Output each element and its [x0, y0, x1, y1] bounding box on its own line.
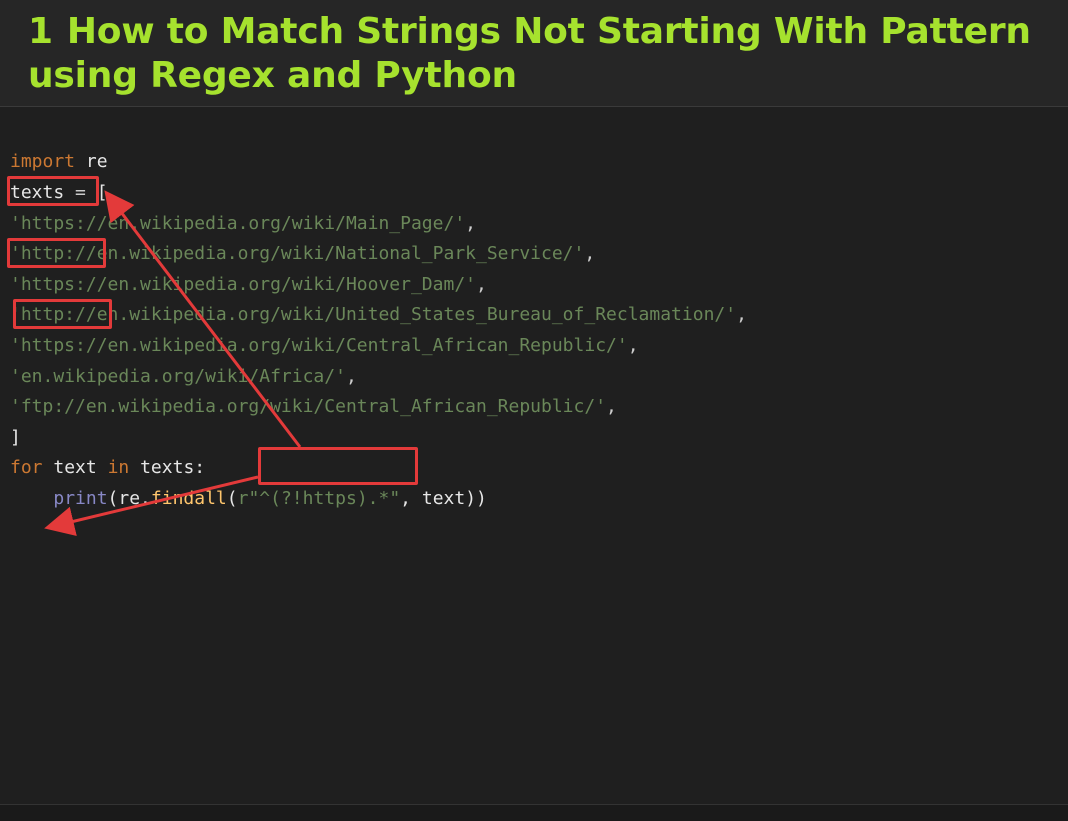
- keyword-for: for: [10, 457, 43, 478]
- notebook-frame: { "heading": { "number": "1", "title": "…: [0, 0, 1068, 821]
- loop-collection: texts:: [140, 457, 205, 478]
- url-string-4: 'https://en.wikipedia.org/wiki/Central_A…: [10, 335, 628, 356]
- loop-var: text: [53, 457, 96, 478]
- regex-literal: "^(?!https).*": [248, 488, 400, 509]
- args-open: (: [227, 488, 238, 509]
- url-string-3: 'http://en.wikipedia.org/wiki/United_Sta…: [10, 304, 736, 325]
- args-sep: ,: [400, 488, 422, 509]
- url-string-2: 'https://en.wikipedia.org/wiki/Hoover_Da…: [10, 274, 476, 295]
- regex-box: [258, 447, 418, 485]
- url-string-5: 'en.wikipedia.org/wiki/Africa/': [10, 366, 346, 387]
- equals-sign: =: [75, 182, 86, 203]
- keyword-import: import: [10, 151, 75, 172]
- url-string-0: 'https://en.wikipedia.org/wiki/Main_Page…: [10, 213, 465, 234]
- raw-prefix: r: [238, 488, 249, 509]
- module-name: re: [86, 151, 108, 172]
- heading-text: 1How to Match Strings Not Starting With …: [28, 10, 1040, 98]
- args-close: text)): [422, 488, 487, 509]
- indent: [10, 488, 53, 509]
- heading-number: 1: [28, 11, 67, 52]
- var-texts: texts: [10, 182, 64, 203]
- heading-title: How to Match Strings Not Starting With P…: [28, 11, 1031, 96]
- call-open: (re.: [108, 488, 151, 509]
- url-string-6: 'ftp://en.wikipedia.org/wiki/Central_Afr…: [10, 396, 606, 417]
- code-cell-1[interactable]: import re texts = [ 'https://en.wikipedi…: [0, 107, 1068, 805]
- output-cell-1: [] ['http://en.wikipedia.org/wiki/Nation…: [0, 805, 1068, 821]
- url-string-1: 'http://en.wikipedia.org/wiki/National_P…: [10, 243, 584, 264]
- close-bracket: ]: [10, 427, 21, 448]
- keyword-in: in: [108, 457, 130, 478]
- print-call: print: [53, 488, 107, 509]
- findall-fn: findall: [151, 488, 227, 509]
- markdown-cell-heading: 1How to Match Strings Not Starting With …: [0, 0, 1068, 107]
- open-bracket: [: [97, 182, 108, 203]
